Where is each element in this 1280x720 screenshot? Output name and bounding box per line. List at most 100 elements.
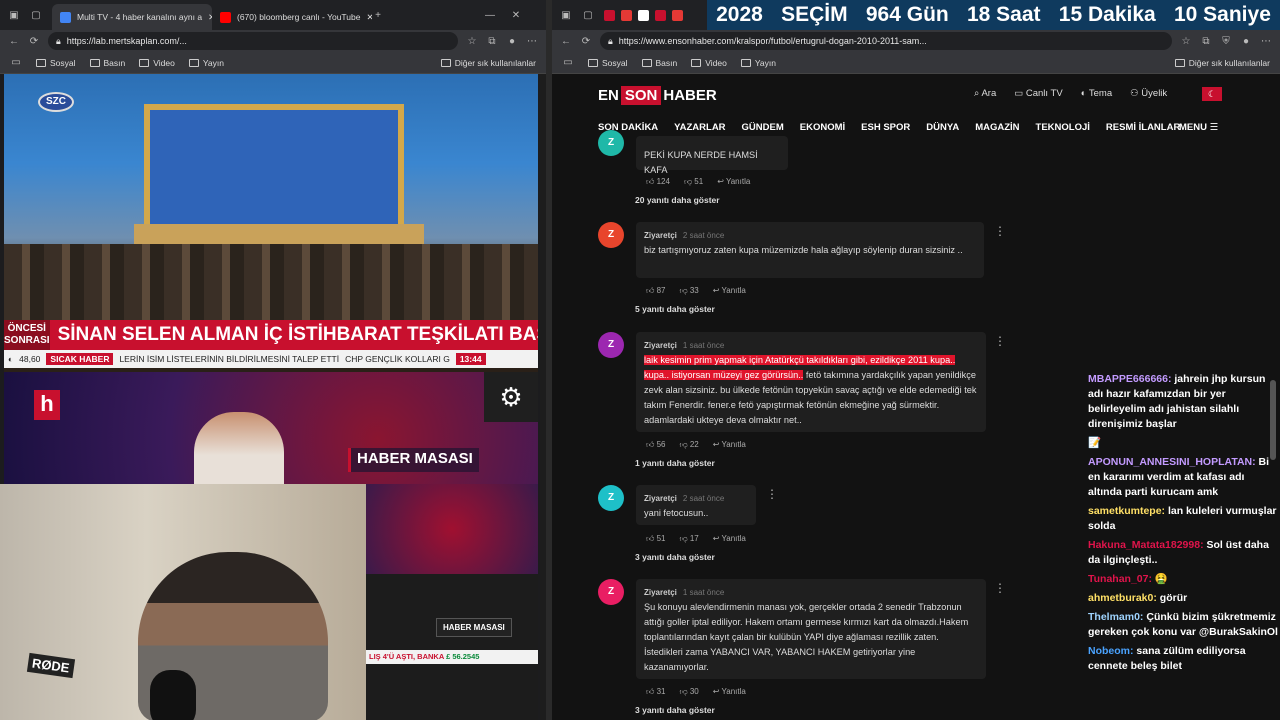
more-icon[interactable]: ⋯ xyxy=(1260,36,1272,47)
membership-link[interactable]: ⚇ Üyelik xyxy=(1130,88,1167,99)
theme-link[interactable]: ◐ Tema xyxy=(1081,88,1112,99)
more-options-icon[interactable]: ⋮ xyxy=(994,224,1006,238)
nav-esh-spor[interactable]: ESH SPOR xyxy=(861,122,910,133)
search-link[interactable]: ⌕ Ara xyxy=(974,88,996,99)
shield-icon[interactable]: ⛨ xyxy=(1220,36,1232,47)
tv-stream-2[interactable]: h HABER MASASI ⚙ xyxy=(4,372,538,484)
favorites-icon[interactable]: ☆ xyxy=(466,36,478,47)
like-button[interactable]: 👍︎ 31 xyxy=(646,687,666,697)
right-scrollbar[interactable] xyxy=(1270,380,1276,460)
close-window-icon[interactable]: ✕ xyxy=(510,10,522,21)
theme-icon: ◐ xyxy=(1080,88,1087,99)
other-bookmarks[interactable]: Diğer sık kullanılanlar xyxy=(1174,58,1270,68)
folder-icon xyxy=(36,58,46,67)
live-tv-link[interactable]: ▭ Canlı TV xyxy=(1014,88,1062,99)
bookmark-basin[interactable]: Basın xyxy=(89,57,126,68)
bookmark-label: Basın xyxy=(103,57,126,68)
reply-button[interactable]: ↩ Yanıtla xyxy=(713,534,746,544)
like-button[interactable]: 👍︎ 87 xyxy=(646,286,666,296)
extensions-icon[interactable]: ⧉ xyxy=(1200,36,1212,47)
workspaces-icon[interactable]: ▣ xyxy=(8,10,20,21)
show-more-replies[interactable]: 1 yanıtı daha göster xyxy=(635,458,715,468)
anchor-figure xyxy=(194,412,284,484)
bookmark-yayin[interactable]: Yayın xyxy=(188,58,224,68)
show-more-replies[interactable]: 20 yanıtı daha göster xyxy=(635,195,720,205)
tab-youtube[interactable]: (670) bloomberg canlı - YouTube ✕ xyxy=(212,4,372,30)
dislike-button[interactable]: 👎︎ 17 xyxy=(680,534,699,544)
dislike-button[interactable]: 👎︎ 33 xyxy=(680,286,699,296)
gear-icon[interactable]: ⚙ xyxy=(484,372,538,422)
left-address-bar[interactable]: 🔒︎ https://lab.mertskaplan.com/... xyxy=(48,32,458,50)
like-button[interactable]: 👍︎ 124 xyxy=(646,177,670,187)
comment-actions: 👍︎ 56 👎︎ 22 ↩ Yanıtla xyxy=(646,440,746,450)
tab-favicon[interactable] xyxy=(604,9,615,21)
back-icon[interactable]: ← xyxy=(8,36,20,47)
like-count: 124 xyxy=(656,177,670,186)
tab-actions-icon[interactable]: ▢ xyxy=(30,10,42,21)
minimize-icon[interactable]: — xyxy=(484,10,496,21)
left-navbar: ← ⟳ 🔒︎ https://lab.mertskaplan.com/... ☆… xyxy=(0,30,546,52)
comment-author: Ziyaretçi xyxy=(644,588,677,597)
bookmark-sosyal[interactable]: Sosyal xyxy=(588,58,628,68)
tab-actions-icon[interactable]: ▢ xyxy=(582,10,594,21)
right-address-bar[interactable]: 🔒︎ https://www.ensonhaber.com/kralspor/f… xyxy=(600,32,1172,50)
bookmark-label: Basın xyxy=(655,57,678,68)
tab-favicon[interactable] xyxy=(655,9,666,21)
reply-button[interactable]: ↩ Yanıtla xyxy=(713,687,746,697)
refresh-icon[interactable]: ⟳ xyxy=(28,36,40,47)
refresh-icon[interactable]: ⟳ xyxy=(580,36,592,47)
bookmarks-icon: ▭ xyxy=(563,57,573,68)
more-options-icon[interactable]: ⋮ xyxy=(994,581,1006,595)
bookmark-yayin[interactable]: Yayın xyxy=(740,58,776,68)
reply-button[interactable]: ↩ Yanıtla xyxy=(713,286,746,296)
profile-icon[interactable]: ● xyxy=(506,36,518,47)
channel-logo: SZC xyxy=(38,92,74,112)
tab-multitv[interactable]: Multi TV - 4 haber kanalını aynı a ✕ xyxy=(52,4,212,30)
show-more-replies[interactable]: 3 yanıtı daha göster xyxy=(635,705,715,715)
tab-favicon[interactable] xyxy=(672,9,683,21)
nav-dunya[interactable]: DÜNYA xyxy=(926,122,959,133)
dislike-button[interactable]: 👎︎ 51 xyxy=(684,177,703,187)
dislike-button[interactable]: 👎︎ 22 xyxy=(680,440,699,450)
nav-yazarlar[interactable]: YAZARLAR xyxy=(674,122,725,133)
menu-button[interactable]: MENU ☰ xyxy=(1179,122,1218,133)
tab-favicon[interactable] xyxy=(638,9,649,21)
more-options-icon[interactable]: ⋮ xyxy=(766,487,778,501)
show-more-replies[interactable]: 5 yanıtı daha göster xyxy=(635,304,715,314)
bookmark-sosyal[interactable]: Sosyal xyxy=(36,58,76,68)
reply-button[interactable]: ↩ Yanıtla xyxy=(713,440,746,450)
like-button[interactable]: 👍︎ 56 xyxy=(646,440,666,450)
new-tab-icon[interactable]: + xyxy=(372,10,384,21)
chat-text: görür xyxy=(1156,592,1188,604)
nav-magazin[interactable]: MAGAZİN xyxy=(975,122,1019,133)
site-logo[interactable]: EN SON HABER xyxy=(598,86,717,105)
nav-gundem[interactable]: GÜNDEM xyxy=(742,122,784,133)
other-bookmarks[interactable]: Diğer sık kullanılanlar xyxy=(440,58,536,68)
back-icon[interactable]: ← xyxy=(560,36,572,47)
nav-ekonomi[interactable]: EKONOMİ xyxy=(800,122,845,133)
bookmark-basin[interactable]: Basın xyxy=(641,57,678,68)
show-more-replies[interactable]: 3 yanıtı daha göster xyxy=(635,552,715,562)
tv-stream-4[interactable]: HABER MASASI LIŞ 4'Ü AŞTI, BANKA £ 56.25… xyxy=(366,574,538,720)
extensions-icon[interactable]: ⧉ xyxy=(486,36,498,47)
election-countdown: 2028 SEÇİM 964 Gün 18 Saat 15 Dakika 10 … xyxy=(707,0,1280,30)
profile-icon[interactable]: ● xyxy=(1240,36,1252,47)
more-icon[interactable]: ⋯ xyxy=(526,36,538,47)
nav-resmi-ilanlar[interactable]: RESMİ İLANLAR xyxy=(1106,122,1180,133)
chat-user: Tunahan_07: xyxy=(1088,573,1152,585)
bookmark-video[interactable]: Video xyxy=(139,58,175,68)
bookmark-label: Video xyxy=(705,57,727,68)
nav-teknoloji[interactable]: TEKNOLOJİ xyxy=(1036,122,1090,133)
more-options-icon[interactable]: ⋮ xyxy=(994,334,1006,348)
bookmark-video[interactable]: Video xyxy=(691,58,727,68)
dislike-button[interactable]: 👎︎ 30 xyxy=(680,687,699,697)
ticker-value: 48,60 xyxy=(19,354,41,364)
reply-button[interactable]: ↩ Yanıtla xyxy=(717,177,750,187)
audience xyxy=(4,244,538,324)
favorites-icon[interactable]: ☆ xyxy=(1180,36,1192,47)
tab-favicon[interactable] xyxy=(621,9,632,21)
tv-stream-3[interactable] xyxy=(366,484,538,574)
like-button[interactable]: 👍︎ 51 xyxy=(646,534,666,544)
workspaces-icon[interactable]: ▣ xyxy=(560,10,572,21)
tv-stream-1[interactable]: SZC ÖNCESİ SONRASI SİNAN SELEN ALMAN İÇ … xyxy=(4,74,538,372)
